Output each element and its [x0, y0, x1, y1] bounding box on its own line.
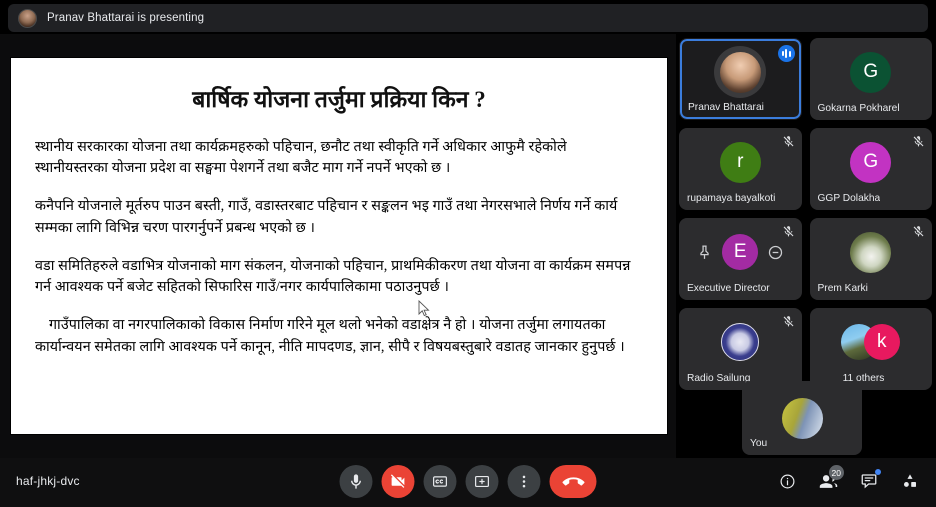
participant-tile-gokarna-pokharel[interactable]: G Gokarna Pokharel — [809, 38, 932, 120]
self-view-label: You — [750, 438, 768, 449]
more-vert-icon — [522, 475, 526, 488]
slide-paragraph-2: कनैपनि योजनाले मूर्तरुप पाउन बस्ती, गाउँ… — [35, 198, 618, 236]
presenter-avatar — [18, 8, 37, 28]
camera-off-icon — [390, 474, 405, 488]
participants-button[interactable]: 20 — [816, 465, 844, 495]
tile-row: r rupamaya bayalkoti G GGP Dolakha — [679, 128, 932, 210]
pin-icon[interactable] — [696, 244, 713, 261]
participant-tile-executive-director[interactable]: E Executive Director — [679, 218, 802, 300]
participant-tile-ggp-dolakha[interactable]: G GGP Dolakha — [809, 128, 932, 210]
chat-icon — [861, 474, 877, 489]
end-call-button[interactable] — [549, 465, 597, 498]
captions-button[interactable] — [423, 465, 457, 498]
participant-name: rupamaya bayalkoti — [687, 193, 776, 204]
participant-tile-prem-karki[interactable]: Prem Karki — [809, 218, 932, 300]
avatar: r — [719, 141, 761, 183]
meeting-code: haf-jhkj-dvc — [16, 474, 80, 488]
slide-paragraph-4: गाउँपालिका वा नगरपालिकाको विकास निर्माण … — [35, 317, 625, 355]
tile-row: Radio Sailung k 11 others — [679, 308, 932, 390]
participant-name: GGP Dolakha — [817, 193, 881, 204]
tile-row: Pranav Bhattarai G Gokarna Pokharel — [679, 38, 932, 120]
presenting-banner: Pranav Bhattarai is presenting — [8, 4, 928, 32]
chat-button[interactable] — [857, 467, 881, 495]
info-icon — [780, 474, 794, 488]
secondary-controls: 20 — [775, 465, 922, 495]
avatar — [721, 323, 760, 361]
remove-participant-icon[interactable] — [767, 244, 784, 261]
participant-tile-rupamaya-bayalkoti[interactable]: r rupamaya bayalkoti — [679, 128, 802, 210]
bottom-toolbar: haf-jhkj-dvc 20 — [0, 458, 936, 507]
avatar-ring — [714, 46, 767, 98]
avatar: G — [850, 141, 892, 183]
participant-name: Executive Director — [687, 283, 770, 294]
meet-window: Pranav Bhattarai is presenting बार्षिक य… — [0, 0, 936, 507]
participant-name: Gokarna Pokharel — [817, 103, 900, 114]
more-options-button[interactable] — [507, 465, 541, 498]
call-controls — [339, 465, 597, 498]
self-view-tile[interactable]: You — [742, 381, 862, 455]
activities-icon — [904, 474, 916, 487]
avatar — [781, 397, 823, 439]
avatar — [850, 231, 892, 273]
avatar-stack: k — [840, 323, 901, 361]
slide-paragraph-3: वडा समितिहरुले वडाभित्र योजनाको माग संकल… — [35, 257, 631, 296]
participant-count-badge: 20 — [828, 465, 844, 480]
tile-row: E Executive Director Prem Karki — [679, 218, 932, 300]
mic-icon — [351, 474, 361, 489]
camera-button[interactable] — [381, 465, 415, 498]
avatar: E — [722, 234, 759, 270]
presenting-label: Pranav Bhattarai is presenting — [47, 12, 205, 24]
participant-tile-others[interactable]: k 11 others — [809, 308, 932, 390]
participant-name: Prem Karki — [817, 283, 868, 294]
slide-paragraph-1: स्थानीय सरकारका योजना तथा कार्यक्रमहरुको… — [35, 138, 567, 177]
avatar — [719, 51, 761, 93]
presentation-stage[interactable]: बार्षिक योजना तर्जुमा प्रक्रिया किन ? स्… — [0, 34, 676, 458]
avatar: k — [863, 324, 900, 360]
participant-tile-pranav-bhattarai[interactable]: Pranav Bhattarai — [679, 38, 802, 120]
present-button[interactable] — [465, 465, 499, 498]
participant-name: Pranav Bhattarai — [688, 102, 764, 113]
cc-icon — [433, 476, 447, 487]
end-call-icon — [562, 476, 584, 486]
chat-unread-dot — [875, 469, 881, 475]
participant-tile-radio-sailung[interactable]: Radio Sailung — [679, 308, 802, 390]
participant-name: Radio Sailung — [687, 373, 751, 384]
slide-surface: बार्षिक योजना तर्जुमा प्रक्रिया किन ? स्… — [11, 58, 667, 434]
slide-title: बार्षिक योजना तर्जुमा प्रक्रिया किन ? — [192, 87, 486, 112]
activities-button[interactable] — [898, 467, 922, 495]
avatar: G — [850, 51, 892, 93]
meeting-details-button[interactable] — [775, 467, 799, 495]
microphone-button[interactable] — [339, 465, 373, 498]
present-screen-icon — [475, 475, 489, 488]
